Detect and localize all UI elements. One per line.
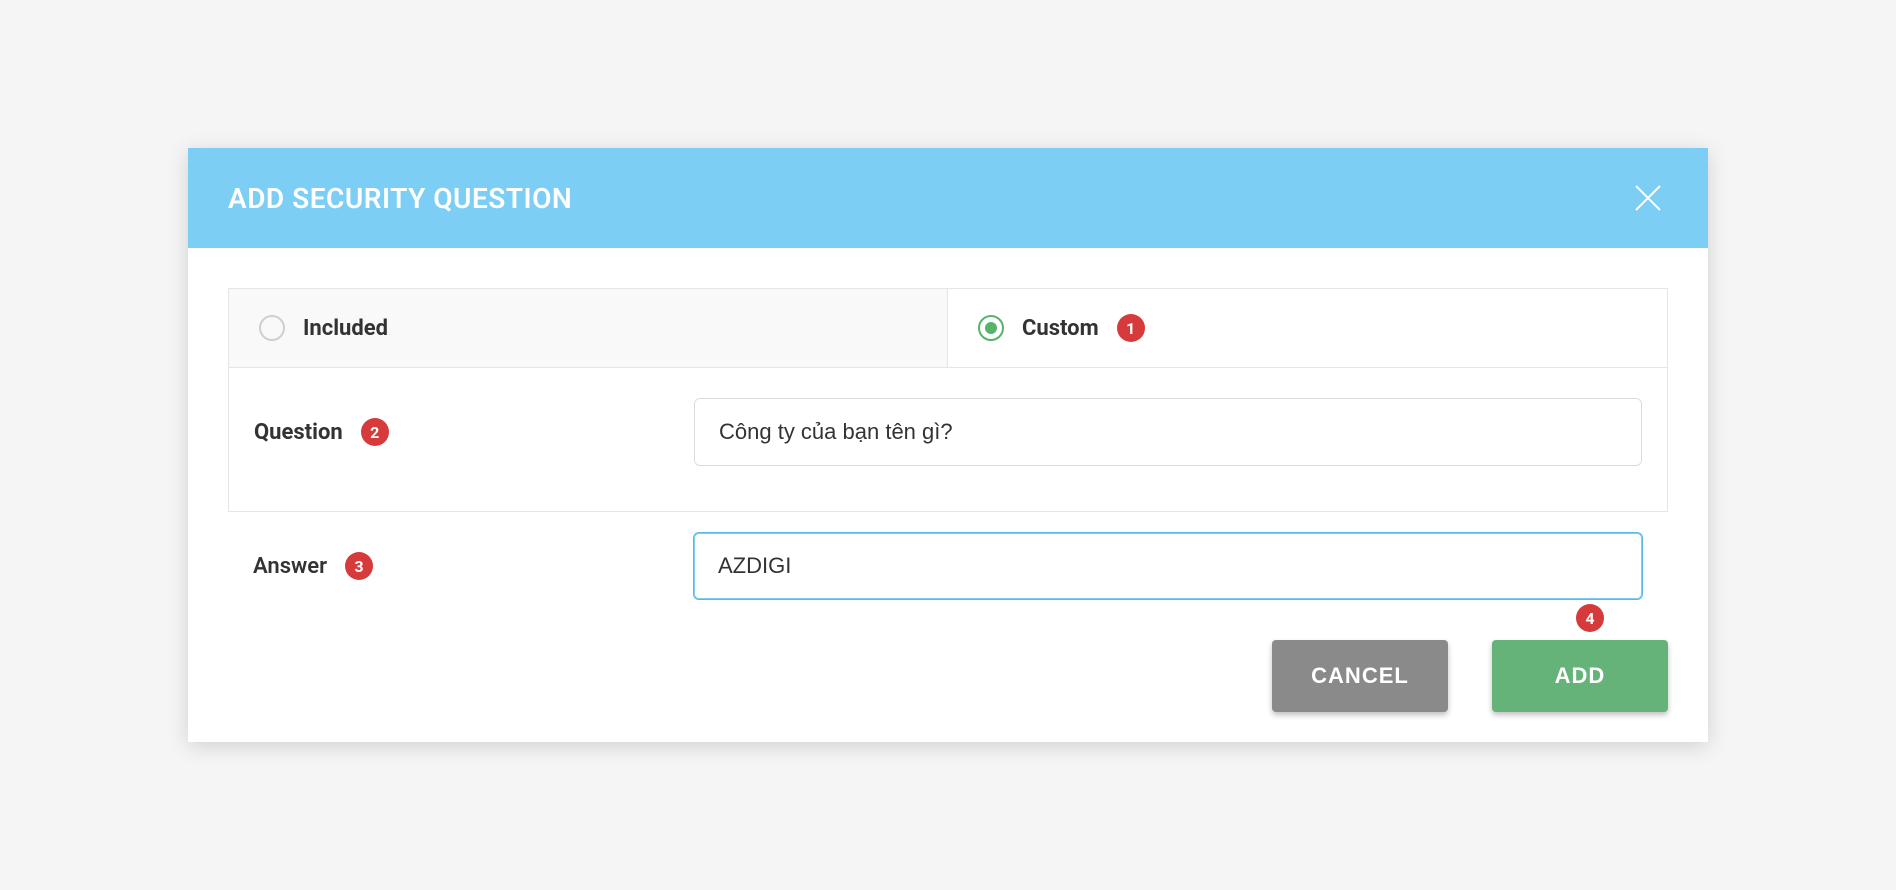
add-security-question-modal: ADD SECURITY QUESTION Included Custom 1 xyxy=(188,148,1708,742)
step-badge-2: 2 xyxy=(361,418,389,446)
step-badge-4: 4 xyxy=(1576,604,1604,632)
tab-included-label: Included xyxy=(303,316,388,341)
cancel-button[interactable]: CANCEL xyxy=(1272,640,1448,712)
answer-row: Answer 3 xyxy=(228,512,1668,600)
tab-custom[interactable]: Custom 1 xyxy=(948,289,1667,367)
step-badge-1: 1 xyxy=(1117,314,1145,342)
question-input[interactable] xyxy=(694,398,1642,466)
modal-title: ADD SECURITY QUESTION xyxy=(228,182,572,215)
modal-header: ADD SECURITY QUESTION xyxy=(188,148,1708,248)
add-button[interactable]: ADD xyxy=(1492,640,1668,712)
close-button[interactable] xyxy=(1628,178,1668,218)
question-source-panel: Included Custom 1 Question 2 xyxy=(228,288,1668,512)
answer-input[interactable] xyxy=(693,532,1643,600)
tab-custom-label: Custom xyxy=(1022,316,1099,341)
question-row: Question 2 xyxy=(254,398,1642,466)
modal-body: Included Custom 1 Question 2 xyxy=(188,248,1708,600)
tab-row: Included Custom 1 xyxy=(229,289,1667,368)
answer-label-text: Answer xyxy=(253,554,327,579)
step-badge-3: 3 xyxy=(345,552,373,580)
radio-included[interactable] xyxy=(259,315,285,341)
question-label-text: Question xyxy=(254,420,343,445)
radio-custom[interactable] xyxy=(978,315,1004,341)
modal-footer: CANCEL 4 ADD xyxy=(188,600,1708,742)
question-label: Question 2 xyxy=(254,418,674,446)
add-button-wrapper: 4 ADD xyxy=(1492,640,1668,712)
close-icon xyxy=(1633,183,1663,213)
question-section: Question 2 xyxy=(229,368,1667,511)
tab-included[interactable]: Included xyxy=(229,289,948,367)
answer-label: Answer 3 xyxy=(253,552,673,580)
